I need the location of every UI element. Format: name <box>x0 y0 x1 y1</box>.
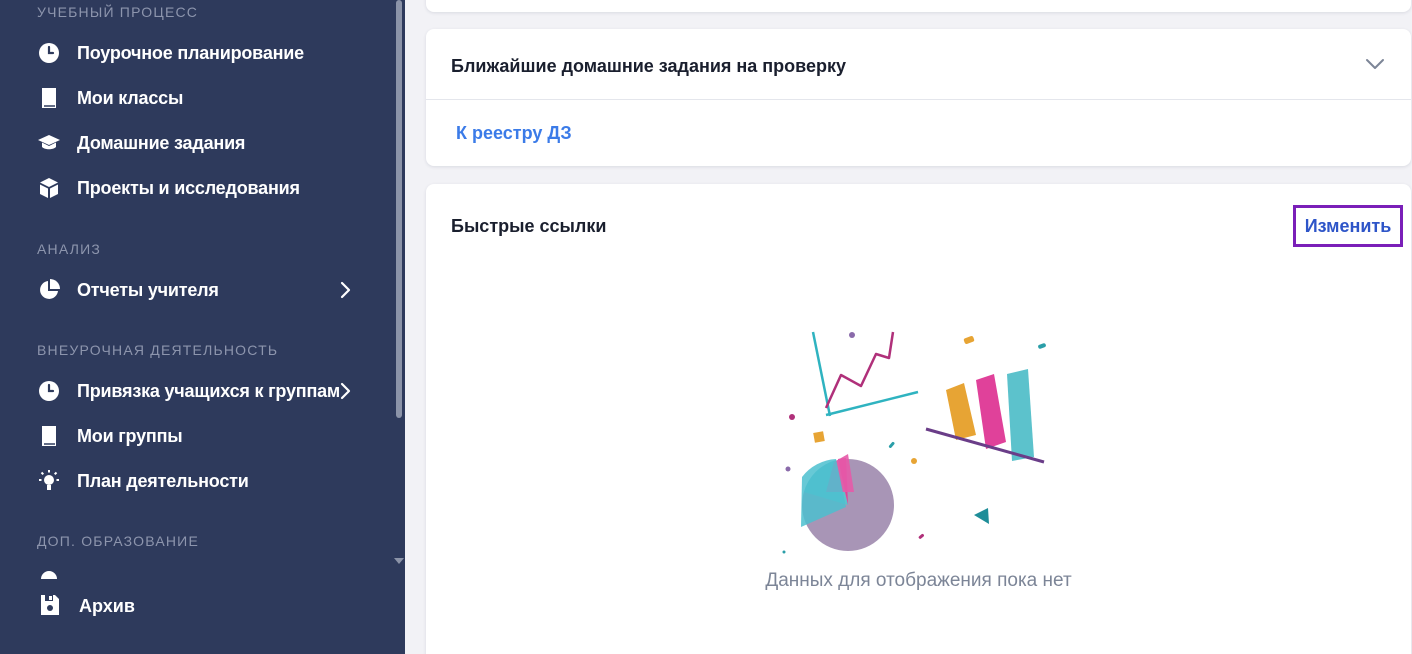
scroll-down-arrow-icon[interactable] <box>394 558 404 564</box>
sidebar-item-my-classes[interactable]: Мои классы <box>37 83 365 113</box>
empty-state-message: Данных для отображения пока нет <box>765 570 1072 591</box>
book-icon <box>37 424 61 448</box>
quick-links-title: Быстрые ссылки <box>451 216 607 236</box>
book-icon <box>37 86 61 110</box>
sidebar-item-activity-plan[interactable]: План деятельности <box>37 466 365 496</box>
graduation-cap-icon <box>37 131 61 155</box>
illustration-line <box>824 331 895 409</box>
sidebar-item-label: Привязка учащихся к группам <box>77 380 341 401</box>
section-title-additional-education: ДОП. ОБРАЗОВАНИЕ <box>37 533 199 549</box>
sidebar-item-teacher-reports[interactable]: Отчеты учителя <box>37 275 365 305</box>
lightbulb-icon <box>37 469 61 493</box>
sidebar-item-label: Проекты и исследования <box>77 177 300 198</box>
homework-card-title: Ближайшие домашние задания на проверку <box>451 56 846 76</box>
sidebar-item-archive[interactable]: Архив <box>40 594 135 618</box>
chevron-right-icon <box>340 382 351 400</box>
sidebar-item-student-groups[interactable]: Привязка учащихся к группам <box>37 376 365 406</box>
section-title-analysis: АНАЛИЗ <box>37 241 101 257</box>
sidebar-item-label: Отчеты учителя <box>77 279 219 300</box>
pie-chart-icon <box>37 278 61 302</box>
empty-state-illustration <box>782 331 1046 554</box>
sidebar-item-label: Архив <box>79 595 135 616</box>
sidebar-item-label: Мои классы <box>77 87 184 108</box>
section-title-extracurricular: ВНЕУРОЧНАЯ ДЕЯТЕЛЬНОСТЬ <box>37 342 279 358</box>
clock-icon <box>40 570 58 579</box>
sidebar-item-label: Мои группы <box>77 425 183 446</box>
save-icon <box>40 594 62 618</box>
section-title-learning: УЧЕБНЫЙ ПРОЦЕСС <box>37 4 199 20</box>
sidebar-item-my-groups[interactable]: Мои группы <box>37 421 365 451</box>
illustration-bar-3 <box>1007 369 1034 461</box>
clock-icon <box>37 41 61 65</box>
sidebar-item-lesson-planning[interactable]: Поурочное планирование <box>37 38 365 68</box>
sidebar-scrollbar[interactable] <box>396 0 402 418</box>
sidebar-item-label: План деятельности <box>77 470 249 491</box>
chevron-right-icon <box>340 281 351 299</box>
homework-registry-link[interactable]: К реестру ДЗ <box>456 123 572 144</box>
sidebar-item-label: Домашние задания <box>77 132 246 153</box>
sidebar-item-homework[interactable]: Домашние задания <box>37 128 365 158</box>
illustration-bar-1 <box>946 383 976 440</box>
quick-links-card: Быстрые ссылки Изменить Данных для отобр… <box>426 184 1411 654</box>
homework-card: Ближайшие домашние задания на проверку К… <box>426 29 1411 166</box>
chevron-down-icon[interactable] <box>1365 57 1385 71</box>
edit-quick-links-button[interactable]: Изменить <box>1293 205 1403 247</box>
illustration-bar-2 <box>976 374 1006 449</box>
homework-card-header[interactable]: Ближайшие домашние задания на проверку <box>426 29 1411 100</box>
sidebar-item-label: Поурочное планирование <box>77 42 304 63</box>
cube-icon <box>37 176 61 200</box>
sidebar: УЧЕБНЫЙ ПРОЦЕСС Поурочное планирование М… <box>0 0 405 654</box>
card-partial-top <box>426 0 1411 12</box>
illustration-axis-x <box>825 390 919 417</box>
sidebar-item-projects[interactable]: Проекты и исследования <box>37 173 365 203</box>
clock-icon <box>37 379 61 403</box>
